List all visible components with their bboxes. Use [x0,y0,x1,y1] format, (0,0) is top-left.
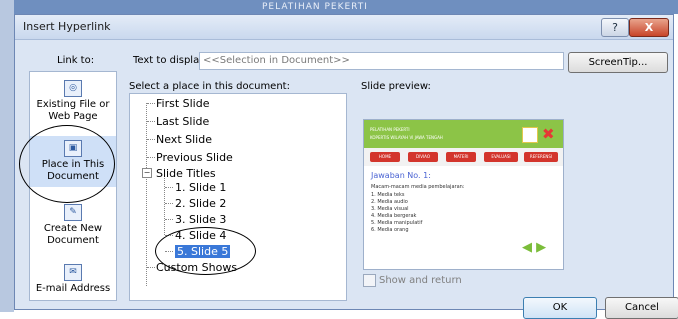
background-title: PELATIHAN PEKERTI [262,2,368,12]
slide-preview-label: Slide preview: [361,81,431,92]
tree-item-slide-1[interactable]: 1. Slide 1 [175,181,226,194]
preview-list-item: 4. Media bergerak [371,213,417,219]
tree-line [146,103,147,286]
preview-nav-button: MATERI [446,152,476,162]
screentip-button[interactable]: ScreenTip... [568,52,668,73]
annotation-circle-slide-5 [155,227,256,275]
preview-list-item: 3. Media visual [371,206,409,212]
preview-header: PELATIHAN PEKERTI KOPERTIS WILAYAH VI JA… [364,120,563,148]
tree-item-slide-3[interactable]: 3. Slide 3 [175,213,226,226]
text-to-display-input[interactable]: <<Selection in Document>> [199,52,564,70]
preview-header-line1: PELATIHAN PEKERTI [370,127,410,132]
preview-nav-button: REFERENSI [524,152,558,162]
collapse-icon[interactable]: − [142,168,152,178]
tree-connector [147,157,155,158]
preview-nav-button: DIVIAO [408,152,438,162]
link-email-address-label: E-mail Address [35,283,111,294]
tree-item-previous-slide[interactable]: Previous Slide [156,151,233,164]
show-and-return-checkbox[interactable] [363,274,376,287]
tree-item-slide-2[interactable]: 2. Slide 2 [175,197,226,210]
tree-connector [147,139,155,140]
tree-connector [165,203,173,204]
tree-connector [165,219,173,220]
preview-list: 1. Media teks 2. Media audio 3. Media vi… [371,192,422,234]
dialog-title: Insert Hyperlink [23,20,111,33]
link-existing-file-label: Existing File or Web Page [36,99,110,122]
preview-nav-button: EVALUASI [484,152,518,162]
tree-connector [165,187,173,188]
place-tree[interactable]: First Slide Last Slide Next Slide Previo… [129,93,347,301]
tree-item-last-slide[interactable]: Last Slide [156,115,209,128]
new-document-icon: ✎ [64,204,82,221]
link-create-new-document[interactable]: ✎ Create New Document [30,204,116,247]
background-left-edge [0,0,14,312]
ok-button[interactable]: OK [523,297,597,319]
preview-list-item: 2. Media audio [371,199,408,205]
slide-preview: PELATIHAN PEKERTI KOPERTIS WILAYAH VI JA… [363,119,564,270]
dialog-titlebar: Insert Hyperlink ? X [15,15,673,40]
tree-item-first-slide[interactable]: First Slide [156,97,210,110]
link-email-address[interactable]: ✉ E-mail Address [30,264,116,295]
annotation-circle-place [19,125,115,203]
text-to-display-label: Text to display: [133,55,208,66]
close-button[interactable]: X [629,18,669,37]
preview-header-line2: KOPERTIS WILAYAH VI JAWA TENGAH [370,135,443,140]
preview-nav-band: HOME DIVIAO MATERI EVALUASI REFERENSI [364,148,563,166]
web-page-icon: ◎ [64,80,82,97]
preview-heading: Jawaban No. 1: [371,171,431,180]
tree-line [164,175,165,235]
insert-hyperlink-dialog: Insert Hyperlink ? X Link to: ◎ Existing… [14,14,678,319]
email-icon: ✉ [64,264,82,281]
link-create-new-document-label: Create New Document [43,223,103,246]
tree-item-next-slide[interactable]: Next Slide [156,133,212,146]
help-button[interactable]: ? [601,18,629,37]
preview-nav-button: HOME [370,152,400,162]
tree-connector [147,103,155,104]
preview-close-icon: ✖ [542,125,555,143]
tree-connector [147,121,155,122]
preview-nav-arrows-icon: ◀ ▶ [522,240,547,255]
select-place-label: Select a place in this document: [129,81,290,92]
preview-logo-icon [522,127,538,143]
link-to-label: Link to: [57,55,95,66]
tree-connector [147,267,155,268]
cancel-button[interactable]: Cancel [605,297,678,319]
preview-subheading: Macam-macam media pembelajaran: [371,184,465,190]
link-existing-file[interactable]: ◎ Existing File or Web Page [30,80,116,123]
preview-list-item: 5. Media manipulatif [371,220,423,226]
tree-item-slide-titles[interactable]: Slide Titles [156,167,216,180]
preview-list-item: 1. Media teks [371,192,405,198]
preview-list-item: 6. Media orang [371,227,409,233]
show-and-return-label: Show and return [379,275,462,286]
